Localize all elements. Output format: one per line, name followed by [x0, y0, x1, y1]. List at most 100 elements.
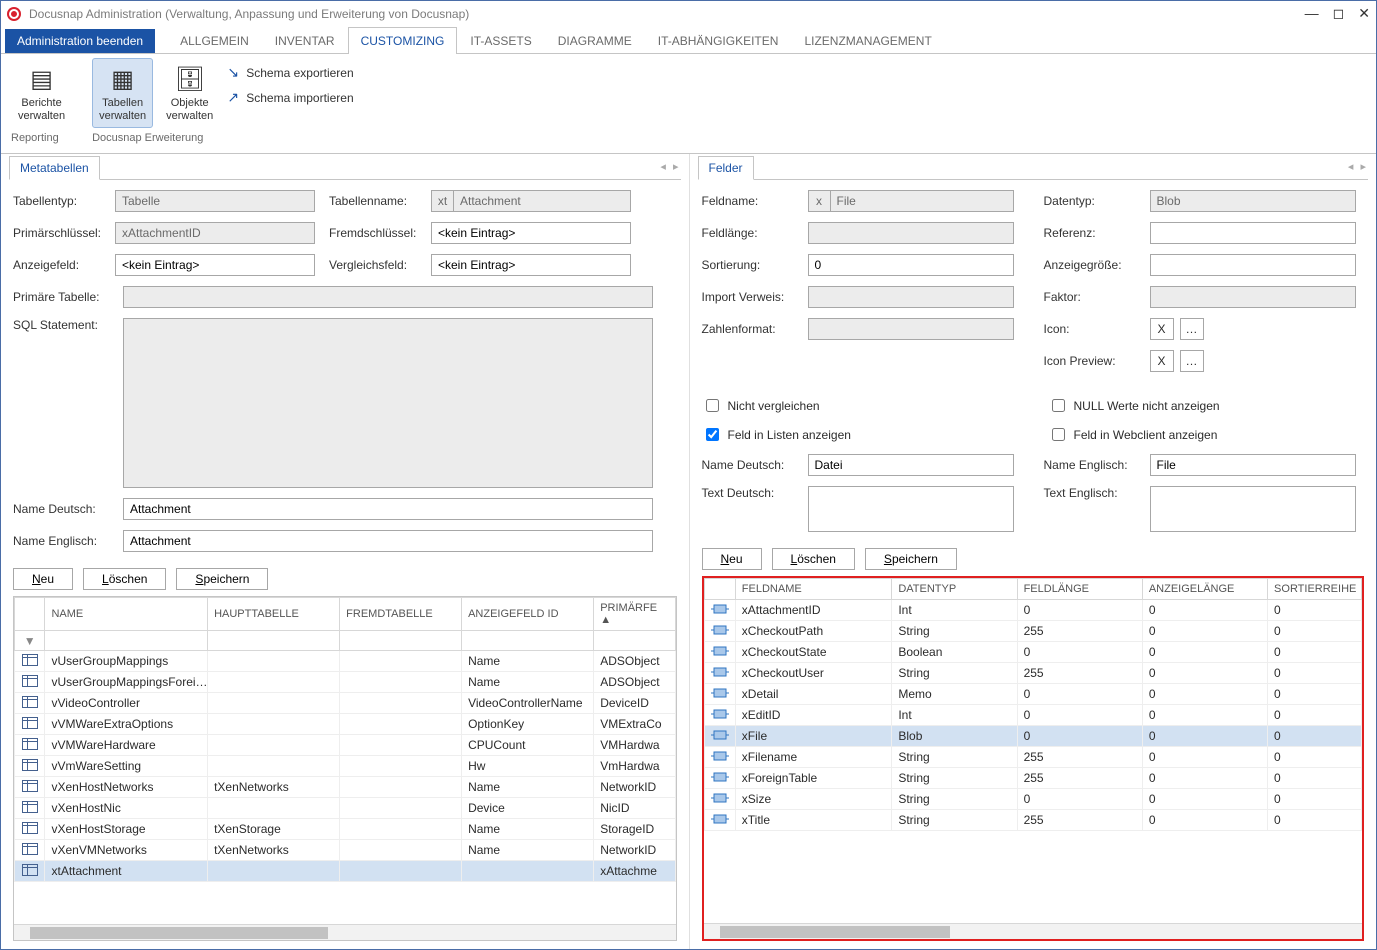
chk-show-in-web[interactable]: Feld in Webclient anzeigen: [1048, 425, 1218, 444]
col-datatype[interactable]: DATENTYP: [892, 579, 1017, 600]
col-for[interactable]: FREMDTABELLE: [340, 598, 462, 631]
label-table-type: Tabellentyp:: [13, 194, 109, 208]
maximize-icon[interactable]: ◻: [1333, 5, 1345, 22]
col-displen[interactable]: ANZEIGELÄNGE: [1142, 579, 1267, 600]
tables-grid[interactable]: NAME HAUPTTABELLE FREMDTABELLE ANZEIGEFE…: [13, 596, 677, 941]
filter-icon[interactable]: ▼: [24, 634, 36, 648]
field-row[interactable]: xFileBlob000: [704, 726, 1362, 747]
fields-grid[interactable]: FELDNAME DATENTYP FELDLÄNGE ANZEIGELÄNGE…: [702, 576, 1365, 941]
tab-allgemein[interactable]: ALLGEMEIN: [167, 27, 262, 54]
field-row[interactable]: xAttachmentIDInt000: [704, 600, 1362, 621]
fields-tab[interactable]: Felder: [698, 156, 754, 180]
table-row[interactable]: vVMWareHardwareCPUCountVMHardwa: [15, 735, 676, 756]
chk-no-compare[interactable]: Nicht vergleichen: [702, 396, 820, 415]
end-administration-button[interactable]: Administration beenden: [5, 29, 155, 53]
iconprev-browse-button[interactable]: …: [1180, 350, 1204, 372]
field-row[interactable]: xCheckoutPathString25500: [704, 621, 1362, 642]
label-import: Import Verweis:: [702, 290, 802, 304]
field-name-en[interactable]: [1150, 454, 1356, 476]
fieldname-field[interactable]: [830, 190, 1014, 212]
table-row[interactable]: xtAttachmentxAttachme: [15, 861, 676, 882]
table-row[interactable]: vUserGroupMappingsNameADSObject: [15, 651, 676, 672]
save-table-button[interactable]: Speichern: [176, 568, 268, 590]
field-row[interactable]: xCheckoutStateBoolean000: [704, 642, 1362, 663]
icon-clear-button[interactable]: X: [1150, 318, 1174, 340]
ref-field[interactable]: [1150, 222, 1356, 244]
field-row[interactable]: xForeignTableString25500: [704, 768, 1362, 789]
col-disp[interactable]: ANZEIGEFELD ID: [462, 598, 594, 631]
table-row[interactable]: vXenVMNetworkstXenNetworksNameNetworkID: [15, 840, 676, 861]
dispsize-field[interactable]: [1150, 254, 1356, 276]
h-scrollbar-right[interactable]: [704, 923, 1363, 939]
name-de-field[interactable]: [123, 498, 653, 520]
delete-table-button[interactable]: Löschen: [83, 568, 166, 590]
group-label-reporting: Reporting: [11, 132, 59, 144]
schema-export-button[interactable]: ↘ Schema exportieren: [226, 64, 353, 81]
reports-manage-button[interactable]: ▤ Berichte verwalten: [11, 58, 72, 128]
label-name-de: Name Deutsch:: [13, 502, 109, 516]
table-row[interactable]: vXenHostNicDeviceNicID: [15, 798, 676, 819]
table-type-select[interactable]: [115, 190, 315, 212]
icon-browse-button[interactable]: …: [1180, 318, 1204, 340]
text-de-field[interactable]: [808, 486, 1014, 532]
field-row[interactable]: xEditIDInt000: [704, 705, 1362, 726]
h-scrollbar[interactable]: [14, 924, 676, 940]
field-row[interactable]: xDetailMemo000: [704, 684, 1362, 705]
schema-import-button[interactable]: ↗ Schema importieren: [226, 89, 353, 106]
primary-table-field[interactable]: [123, 286, 653, 308]
objects-manage-button[interactable]: 🗄 Objekte verwalten: [159, 58, 220, 128]
pane-nav-arrows-right[interactable]: ◂ ▸: [1348, 160, 1368, 173]
col-prim[interactable]: PRIMÄRFE ▲: [594, 598, 675, 631]
metatables-tab[interactable]: Metatabellen: [9, 156, 100, 180]
col-sortorder[interactable]: SORTIERREIHE: [1268, 579, 1362, 600]
pk-select[interactable]: [115, 222, 315, 244]
table-row[interactable]: vVMWareExtraOptionsOptionKeyVMExtraCo: [15, 714, 676, 735]
table-row[interactable]: vUserGroupMappingsForei…NameADSObject: [15, 672, 676, 693]
table-row[interactable]: vVmWareSettingHwVmHardwa: [15, 756, 676, 777]
col-main[interactable]: HAUPTTABELLE: [208, 598, 340, 631]
table-row[interactable]: vXenHostStoragetXenStorageNameStorageID: [15, 819, 676, 840]
pane-nav-arrows[interactable]: ◂ ▸: [660, 160, 680, 173]
table-row[interactable]: vVideoControllerVideoControllerNameDevic…: [15, 693, 676, 714]
col-fieldlen[interactable]: FELDLÄNGE: [1017, 579, 1142, 600]
text-en-field[interactable]: [1150, 486, 1356, 532]
cmp-select[interactable]: [431, 254, 631, 276]
chk-show-in-list[interactable]: Feld in Listen anzeigen: [702, 425, 851, 444]
field-row[interactable]: xFilenameString25500: [704, 747, 1362, 768]
fieldlen-field[interactable]: [808, 222, 1014, 244]
col-fieldname[interactable]: FELDNAME: [735, 579, 892, 600]
sql-statement-field[interactable]: [123, 318, 653, 488]
close-icon[interactable]: ✕: [1358, 5, 1370, 22]
iconprev-clear-button[interactable]: X: [1150, 350, 1174, 372]
sort-field[interactable]: [808, 254, 1014, 276]
save-field-button[interactable]: Speichern: [865, 548, 957, 570]
delete-field-button[interactable]: Löschen: [772, 548, 855, 570]
table-row[interactable]: vXenHostNetworkstXenNetworksNameNetworkI…: [15, 777, 676, 798]
tab-lizenzmanagement[interactable]: LIZENZMANAGEMENT: [791, 27, 944, 54]
field-row[interactable]: xCheckoutUserString25500: [704, 663, 1362, 684]
tab-customizing[interactable]: CUSTOMIZING: [348, 27, 458, 54]
datatype-select[interactable]: [1150, 190, 1356, 212]
tab-it-assets[interactable]: IT-ASSETS: [457, 27, 544, 54]
chk-null-hide[interactable]: NULL Werte nicht anzeigen: [1048, 396, 1220, 415]
name-en-field[interactable]: [123, 530, 653, 552]
table-icon: ▦: [107, 63, 139, 95]
col-name[interactable]: NAME: [45, 598, 208, 631]
field-row[interactable]: xSizeString000: [704, 789, 1362, 810]
import-field[interactable]: [808, 286, 1014, 308]
numfmt-field[interactable]: [808, 318, 1014, 340]
tab-it-abhaengigkeiten[interactable]: IT-ABHÄNGIGKEITEN: [645, 27, 792, 54]
ribbon: ▤ Berichte verwalten Reporting ▦ Tabelle…: [1, 54, 1376, 154]
new-field-button[interactable]: Neu: [702, 548, 762, 570]
factor-field[interactable]: [1150, 286, 1356, 308]
display-select[interactable]: [115, 254, 315, 276]
new-table-button[interactable]: Neu: [13, 568, 73, 590]
field-name-de[interactable]: [808, 454, 1014, 476]
minimize-icon[interactable]: —: [1305, 5, 1319, 22]
tab-diagramme[interactable]: DIAGRAMME: [545, 27, 645, 54]
tables-manage-button[interactable]: ▦ Tabellen verwalten: [92, 58, 153, 128]
tablename-field[interactable]: [453, 190, 631, 212]
tab-inventar[interactable]: INVENTAR: [262, 27, 348, 54]
field-row[interactable]: xTitleString25500: [704, 810, 1362, 831]
fk-select[interactable]: [431, 222, 631, 244]
